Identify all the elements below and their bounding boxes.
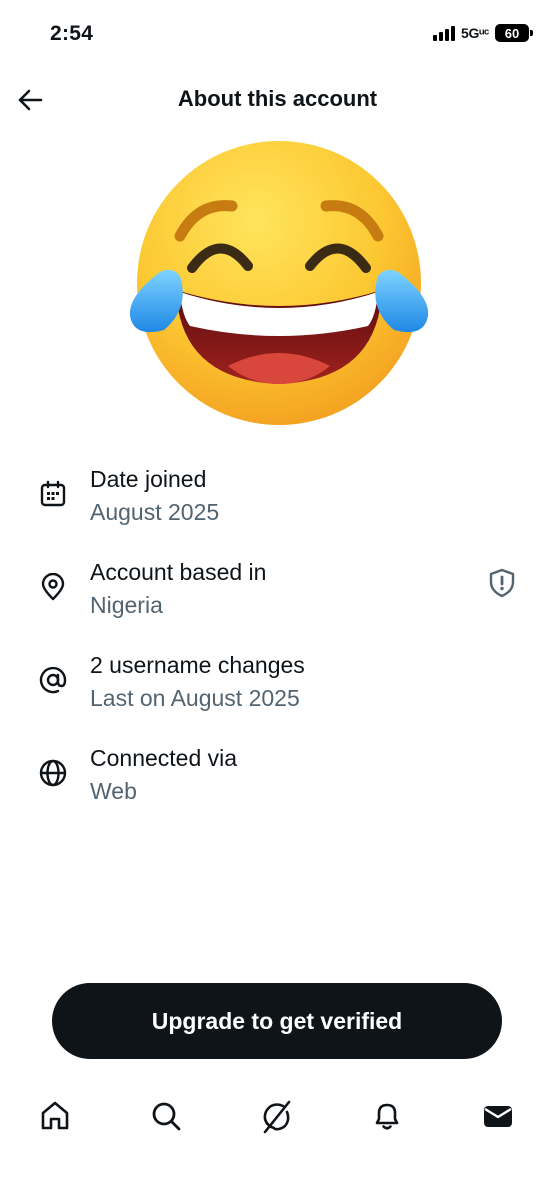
nav-grok[interactable] bbox=[257, 1096, 297, 1136]
info-title: Date joined bbox=[90, 466, 207, 492]
info-subtitle: Web bbox=[90, 778, 137, 804]
globe-icon bbox=[36, 756, 70, 790]
info-row-date-joined: Date joined August 2025 bbox=[0, 455, 555, 548]
battery-level: 60 bbox=[504, 25, 520, 41]
info-subtitle: Nigeria bbox=[90, 592, 163, 618]
nav-home[interactable] bbox=[35, 1096, 75, 1136]
info-text: Date joined August 2025 bbox=[90, 463, 219, 529]
network-type: 5Gᵘᶜ bbox=[461, 25, 489, 41]
info-text: Connected via Web bbox=[90, 742, 237, 808]
info-row-username-changes: 2 username changes Last on August 2025 bbox=[0, 641, 555, 734]
info-row-connected-via: Connected via Web bbox=[0, 734, 555, 827]
bell-icon bbox=[375, 1103, 399, 1130]
nav-notifications[interactable] bbox=[367, 1096, 407, 1136]
account-info-list: Date joined August 2025 Account based in… bbox=[0, 455, 555, 827]
info-subtitle: August 2025 bbox=[90, 499, 220, 525]
nav-search[interactable] bbox=[146, 1096, 186, 1136]
location-pin-icon bbox=[36, 570, 70, 604]
info-title: Account based in bbox=[90, 559, 267, 585]
face-with-tears-of-joy-emoji bbox=[129, 141, 429, 425]
avatar[interactable] bbox=[128, 140, 430, 430]
upgrade-to-verified-button[interactable]: Upgrade to get verified bbox=[52, 983, 502, 1059]
home-icon bbox=[41, 1101, 69, 1130]
nav-messages[interactable] bbox=[478, 1096, 518, 1136]
info-title: Connected via bbox=[90, 745, 238, 771]
info-row-account-based-in: Account based in Nigeria bbox=[0, 548, 555, 641]
info-text: 2 username changes Last on August 2025 bbox=[90, 649, 305, 715]
status-time: 2:54 bbox=[50, 22, 94, 45]
shield-alert-icon bbox=[489, 568, 515, 598]
info-subtitle: Last on August 2025 bbox=[90, 685, 300, 711]
search-icon bbox=[152, 1102, 181, 1131]
page-title: About this account bbox=[177, 86, 378, 111]
status-indicators: 5Gᵘᶜ 60 bbox=[433, 24, 533, 42]
signal-icon bbox=[433, 25, 456, 41]
at-sign-icon bbox=[36, 663, 70, 697]
battery-icon: 60 bbox=[495, 24, 533, 42]
grok-icon bbox=[263, 1100, 291, 1134]
info-text: Account based in Nigeria bbox=[90, 556, 266, 622]
calendar-icon bbox=[36, 477, 70, 511]
mail-icon bbox=[484, 1106, 512, 1127]
status-bar: 2:54 5Gᵘᶜ 60 bbox=[0, 0, 555, 70]
shield-alert-button[interactable] bbox=[485, 566, 519, 600]
info-title: 2 username changes bbox=[90, 652, 305, 678]
header: About this account bbox=[0, 70, 555, 130]
bottom-nav bbox=[0, 1080, 555, 1152]
